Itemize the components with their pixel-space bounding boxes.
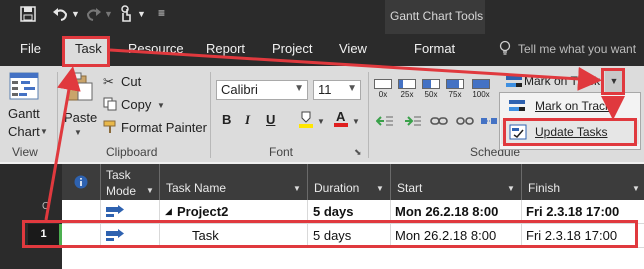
arrow-row-to-tab [44,66,81,221]
annotation-arrows [44,48,625,221]
arrow-tab-to-dropdown [109,48,602,91]
